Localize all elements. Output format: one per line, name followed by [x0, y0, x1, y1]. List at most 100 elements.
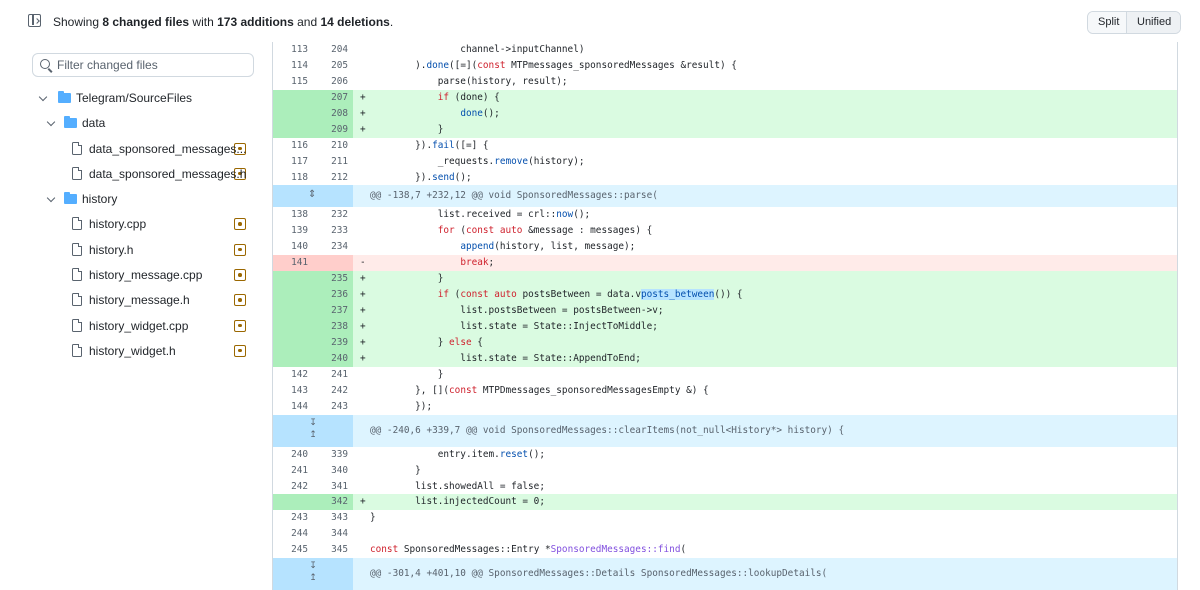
diff-line-context: 241 340 } [273, 463, 1177, 479]
split-view-button[interactable]: Split [1088, 12, 1127, 33]
old-line-number[interactable]: 240 [273, 447, 313, 463]
old-line-number[interactable]: 143 [273, 383, 313, 399]
old-line-number[interactable]: 241 [273, 463, 313, 479]
old-line-number[interactable] [273, 287, 313, 304]
new-line-number[interactable]: 209 [313, 121, 353, 138]
code-text: done(); [460, 107, 500, 119]
old-line-number[interactable]: 144 [273, 399, 313, 415]
addition-marker: + [360, 289, 366, 301]
new-line-number[interactable]: 341 [313, 479, 353, 495]
diff-line-context: 244 344 [273, 526, 1177, 542]
old-line-number[interactable] [273, 350, 313, 367]
tree-item-label: history.h [89, 242, 134, 257]
code-text: }, [](const MTPDmessages_sponsoredMessag… [370, 384, 709, 396]
old-line-number[interactable]: 115 [273, 74, 313, 90]
new-line-number[interactable]: 233 [313, 223, 353, 239]
new-line-number[interactable]: 242 [313, 383, 353, 399]
file-icon [72, 217, 82, 231]
expand-up-down-icon: ↧ ↥ [309, 561, 317, 584]
filter-changed-files-input[interactable] [57, 56, 247, 74]
expand-context-button[interactable] [273, 184, 353, 208]
tree-file[interactable]: history.h [0, 239, 268, 264]
diff-line-context: 242 341 list.showedAll = false; [273, 479, 1177, 495]
old-line-number[interactable] [273, 105, 313, 122]
new-line-number[interactable] [313, 255, 353, 272]
new-line-number[interactable]: 243 [313, 399, 353, 415]
chevron-down-icon[interactable] [46, 193, 56, 203]
old-line-number[interactable]: 140 [273, 239, 313, 255]
new-line-number[interactable]: 207 [313, 89, 353, 106]
old-line-number[interactable]: 242 [273, 479, 313, 495]
new-line-number[interactable]: 212 [313, 170, 353, 186]
new-line-number[interactable]: 345 [313, 542, 353, 558]
old-line-number[interactable]: 113 [273, 42, 313, 58]
old-line-number[interactable] [273, 121, 313, 138]
expand-context-button[interactable]: ↧ ↥ [273, 558, 353, 590]
new-line-number[interactable]: 344 [313, 526, 353, 542]
new-line-number[interactable]: 236 [313, 287, 353, 304]
chevron-down-icon[interactable] [46, 118, 56, 127]
tree-file[interactable]: history.cpp [0, 213, 268, 238]
diff-line-context: 116 210 }).fail([=] { [273, 138, 1177, 154]
old-line-number[interactable]: 118 [273, 170, 313, 186]
old-line-number[interactable]: 142 [273, 367, 313, 383]
tree-file[interactable]: history_widget.cpp [0, 315, 268, 340]
new-line-number[interactable]: 239 [313, 334, 353, 351]
old-line-number[interactable]: 141 [273, 255, 313, 272]
new-line-number[interactable]: 232 [313, 207, 353, 223]
new-line-number[interactable]: 237 [313, 303, 353, 319]
old-line-number[interactable] [273, 271, 313, 288]
old-line-number[interactable] [273, 89, 313, 106]
new-line-number[interactable]: 342 [313, 494, 353, 511]
new-line-number[interactable]: 340 [313, 463, 353, 479]
new-line-number[interactable]: 205 [313, 58, 353, 74]
chevron-down-icon[interactable] [38, 92, 48, 102]
new-line-number[interactable]: 208 [313, 105, 353, 122]
tree-file[interactable]: history_message.h [0, 289, 268, 314]
new-line-number[interactable]: 206 [313, 74, 353, 90]
old-line-number[interactable]: 243 [273, 510, 313, 526]
new-line-number[interactable]: 204 [313, 42, 353, 58]
tree-folder[interactable]: Telegram/SourceFiles [0, 87, 268, 112]
new-line-number[interactable]: 241 [313, 367, 353, 383]
tree-file[interactable]: history_widget.h [0, 340, 268, 365]
code-text: list.state = State::InjectToMiddle; [370, 321, 658, 332]
expand-up-down-icon: ↧ ↥ [309, 417, 317, 440]
code-text: list.postsBetween = postsBetween->v; [370, 305, 664, 317]
tree-folder[interactable]: history [0, 188, 268, 213]
old-line-number[interactable]: 116 [273, 138, 313, 154]
diff-line-added: 235 + } [273, 271, 1177, 288]
tree-folder[interactable]: data [0, 112, 268, 137]
diff-line-added: 240 + list.state = State::AppendToEnd; [273, 350, 1177, 367]
old-line-number[interactable]: 244 [273, 526, 313, 542]
tree-file[interactable]: data_sponsored_messages... [0, 138, 268, 163]
old-line-number[interactable] [273, 319, 313, 335]
new-line-number[interactable]: 343 [313, 510, 353, 526]
diff-line-deleted: 141 - break; [273, 255, 1177, 272]
unified-view-button[interactable]: Unified [1127, 12, 1180, 33]
old-line-number[interactable]: 117 [273, 154, 313, 170]
new-line-number[interactable]: 240 [313, 350, 353, 367]
hunk-header-text: @@ -301,4 +401,10 @@ SponsoredMessages::… [370, 568, 828, 580]
old-line-number[interactable]: 245 [273, 542, 313, 558]
tree-file[interactable]: data_sponsored_messages.h [0, 163, 268, 188]
tree-file[interactable]: history_message.cpp [0, 264, 268, 289]
new-line-number[interactable]: 211 [313, 154, 353, 170]
diff-line-context: 243 343} [273, 510, 1177, 526]
old-line-number[interactable]: 139 [273, 223, 313, 239]
old-line-number[interactable] [273, 303, 313, 319]
old-line-number[interactable] [273, 494, 313, 511]
new-line-number[interactable]: 210 [313, 138, 353, 154]
diff-line-context: 142 241 } [273, 367, 1177, 383]
new-line-number[interactable]: 238 [313, 319, 353, 335]
old-line-number[interactable]: 138 [273, 207, 313, 223]
old-line-number[interactable] [273, 334, 313, 351]
expand-context-button[interactable]: ↧ ↥ [273, 414, 353, 447]
diff-line-added: 237 + list.postsBetween = postsBetween->v… [273, 303, 1177, 319]
new-line-number[interactable]: 234 [313, 239, 353, 255]
new-line-number[interactable]: 339 [313, 447, 353, 463]
sidebar-toggle-icon[interactable] [28, 14, 41, 27]
addition-marker: + [360, 91, 366, 103]
new-line-number[interactable]: 235 [313, 271, 353, 288]
old-line-number[interactable]: 114 [273, 58, 313, 74]
